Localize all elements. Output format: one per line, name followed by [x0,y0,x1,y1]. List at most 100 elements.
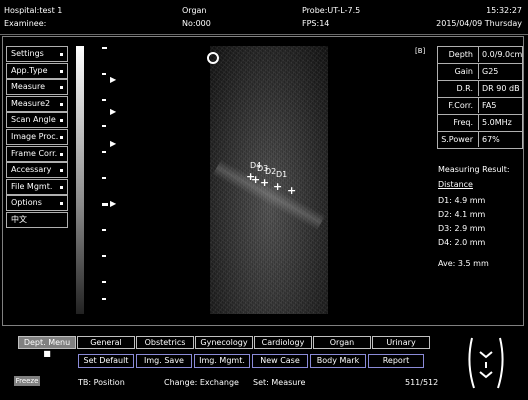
param-key: F.Corr. [448,101,473,110]
menu-item-label: File Mgmt. [11,181,53,191]
submenu-square-icon [60,69,63,73]
body-mark-button[interactable]: Body Mark [310,354,366,368]
report-button[interactable]: Report [368,354,424,368]
focus-arrow-icon[interactable]: ▶ [110,200,116,208]
measure-result-d3: D3: 2.9 mm [438,224,486,233]
param-row: Gain G25 [438,64,522,81]
param-row: S.Power 67% [438,132,522,149]
set-default-button[interactable]: Set Default [78,354,134,368]
tab-gynecology[interactable]: Gynecology [195,336,253,349]
set-hint: Set: Measure [253,378,306,387]
menu-item-file-mgmt[interactable]: File Mgmt. [6,178,68,195]
tab-urinary[interactable]: Urinary [372,336,430,349]
param-value: 67% [478,132,500,147]
menu-item-measure[interactable]: Measure [6,79,68,96]
measure-result-d1: D1: 4.9 mm [438,196,486,205]
img-save-button[interactable]: Img. Save [136,354,192,368]
menu-item-options[interactable]: Options [6,195,68,212]
menu-item-label: Frame Corr. [11,148,58,158]
depth-tick [102,203,108,206]
organ-label: Organ [182,6,207,15]
depth-tick [102,47,107,49]
caliper-cross-icon[interactable]: + [260,177,269,188]
menu-item-label: App.Type [11,65,48,75]
menu-item-accessary[interactable]: Accessary [6,162,68,179]
orientation-marker-icon [207,52,219,64]
menu-item-app-type[interactable]: App.Type [6,62,68,79]
depth-tick [102,255,106,257]
new-case-button[interactable]: New Case [252,354,308,368]
trackball-hint: TB: Position [78,378,125,387]
depth-tick [102,125,106,127]
focus-arrow-icon[interactable]: ▶ [110,76,116,84]
probe-label: Probe:UT-L-7.5 [302,6,361,15]
param-row: Depth 0.0/9.0cm [438,47,522,64]
caliper-cross-icon[interactable]: + [251,174,260,185]
parameters-table: Depth 0.0/9.0cm Gain G25 D.R. DR 90 dB F.Co… [437,46,523,149]
param-key: Depth [448,50,473,59]
point-label-d1: D1 [276,170,288,179]
depth-tick [102,229,106,231]
menu-item-language[interactable]: 中文 [6,211,68,228]
depth-tick [102,177,106,179]
measure-result-d4: D4: 2.0 mm [438,238,486,247]
tab-obstetrics[interactable]: Obstetrics [136,336,194,349]
fps-label: FPS:14 [302,19,330,28]
change-hint: Change: Exchange [164,378,239,387]
param-row: D.R. DR 90 dB [438,81,522,98]
measuring-title: Measuring Result: [438,165,510,174]
tab-label: Urinary [386,338,416,347]
measure-result-d2: D2: 4.1 mm [438,210,486,219]
depth-tick [102,99,106,101]
point-label-d2: D2 [265,167,277,176]
tab-general[interactable]: General [77,336,135,349]
param-key: S.Power [441,135,473,144]
param-value: FA5 [478,98,496,113]
depth-tick [102,151,106,153]
action-buttons: Set Default Img. Save Img. Mgmt. New Cas… [78,354,426,368]
header-bar: Hospital:test 1 Examinee: Organ No:000 P… [0,0,528,35]
hospital-label: Hospital:test 1 [4,6,63,15]
grayscale-bar [76,46,84,314]
left-menu: Settings App.Type Measure Measure2 Scan … [6,46,68,229]
img-mgmt-button[interactable]: Img. Mgmt. [194,354,250,368]
submenu-square-icon [60,152,63,156]
focus-arrow-icon[interactable]: ▶ [110,108,116,116]
submenu-square-icon [60,86,63,90]
param-key: Freq. [453,118,473,127]
menu-item-settings[interactable]: Settings [6,46,68,62]
department-tabs: Dept. Menu ■ General Obstetrics Gynecolo… [18,336,431,358]
focus-arrow-icon[interactable]: ▶ [110,140,116,148]
menu-item-label: Image Proc. [11,131,59,141]
measuring-subtitle: Distance [438,180,473,189]
menu-item-measure2[interactable]: Measure2 [6,95,68,112]
submenu-square-icon [60,53,63,56]
tab-label: Organ [329,338,355,347]
menu-item-label: 中文 [11,214,27,224]
menu-item-label: Scan Angle [11,115,56,125]
submenu-square-icon [60,185,63,189]
submenu-square-icon [60,102,63,106]
caliper-cross-icon[interactable]: + [273,181,282,192]
case-number: No:000 [182,19,211,28]
param-row: F.Corr. FA5 [438,98,522,115]
clock-date: 2015/04/09 Thursday [436,19,522,28]
tab-dept-menu[interactable]: Dept. Menu ■ [18,336,76,358]
menu-item-frame-corr[interactable]: Frame Corr. [6,145,68,162]
caliper-cross-icon[interactable]: + [287,185,296,196]
menu-item-scan-angle[interactable]: Scan Angle [6,112,68,129]
measure-average: Ave: 3.5 mm [438,259,489,268]
tab-label: Gynecology [200,338,248,347]
depth-tick [102,298,106,300]
param-value: DR 90 dB [478,81,520,96]
tab-label: Cardiology [261,338,305,347]
menu-item-image-proc[interactable]: Image Proc. [6,128,68,145]
param-value: 5.0MHz [478,115,512,130]
tab-organ[interactable]: Organ [313,336,371,349]
tab-cardiology[interactable]: Cardiology [254,336,312,349]
clock-time: 15:32:27 [486,6,522,15]
submenu-square-icon [60,119,63,123]
menu-item-label: Accessary [11,165,52,175]
param-key: Gain [454,67,473,76]
freeze-indicator[interactable]: Freeze [14,376,40,386]
